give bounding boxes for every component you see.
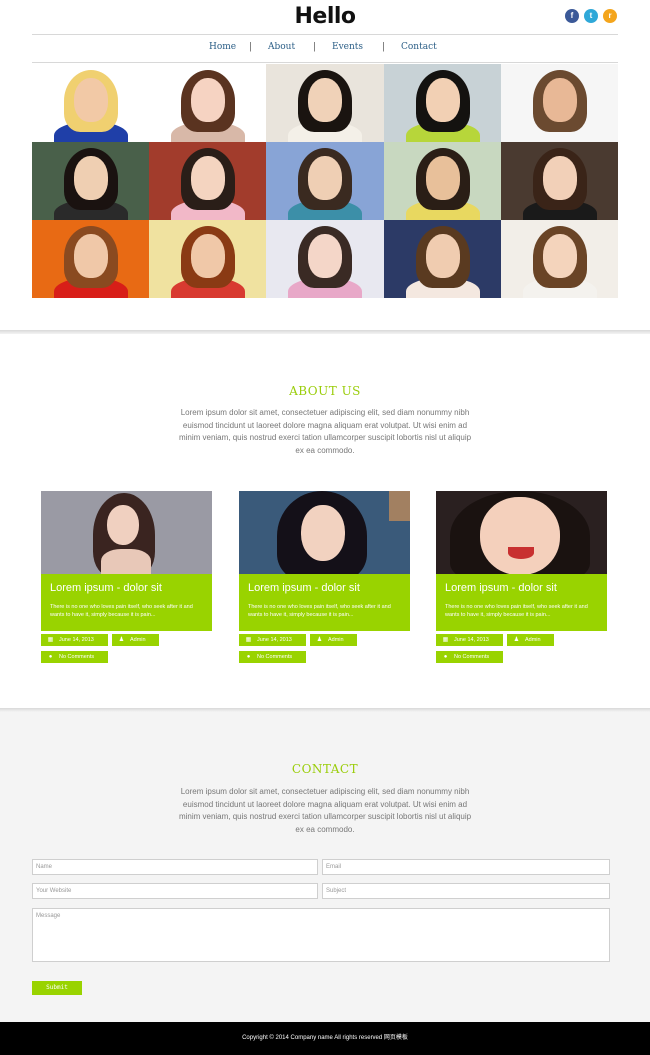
contact-title: CONTACT <box>291 762 359 776</box>
card-title[interactable]: Lorem ipsum - dolor sit <box>248 582 401 594</box>
calendar-icon: ▦ <box>47 637 54 643</box>
card-comments-badge[interactable]: ● No Comments <box>239 651 306 663</box>
gallery-photo[interactable] <box>149 142 267 220</box>
section-divider <box>0 330 650 334</box>
message-field[interactable]: Message <box>32 908 610 962</box>
nav-separator: | <box>249 42 253 52</box>
nav-divider <box>32 62 618 63</box>
nav-item-home[interactable]: Home <box>209 42 236 52</box>
nav-item-about[interactable]: About <box>268 42 295 52</box>
twitter-icon[interactable]: t <box>584 9 598 23</box>
gallery-photo[interactable] <box>266 142 384 220</box>
subject-field[interactable]: Subject <box>322 883 610 899</box>
copyright-text: Copyright © 2014 Company name All rights… <box>242 1035 408 1041</box>
gallery-photo[interactable] <box>149 220 267 298</box>
website-field[interactable]: Your Website <box>32 883 318 899</box>
name-field[interactable]: Name <box>32 859 318 875</box>
user-icon: ♟ <box>118 637 125 643</box>
user-icon: ♟ <box>513 637 520 643</box>
gallery-photo[interactable] <box>32 64 150 142</box>
user-icon: ♟ <box>316 637 323 643</box>
site-logo[interactable]: Hello <box>0 4 650 29</box>
nav-separator: | <box>313 42 317 52</box>
nav-separator: | <box>382 42 386 52</box>
card-body: Lorem ipsum - dolor sit There is no one … <box>239 574 410 631</box>
main-nav: Home | About | Events | Contact <box>0 42 650 56</box>
gallery-photo[interactable] <box>383 142 501 220</box>
nav-item-events[interactable]: Events <box>332 42 363 52</box>
comments-icon: ● <box>246 654 251 660</box>
about-text: Lorem ipsum dolor sit amet, consectetuer… <box>178 408 472 455</box>
gallery-photo[interactable] <box>32 220 150 298</box>
gallery-photo[interactable] <box>383 220 501 298</box>
card-comments-badge[interactable]: ● No Comments <box>436 651 503 663</box>
photo-gallery <box>32 64 618 298</box>
card-image[interactable] <box>41 491 212 574</box>
card-title[interactable]: Lorem ipsum - dolor sit <box>50 582 203 594</box>
card-body: Lorem ipsum - dolor sit There is no one … <box>436 574 607 631</box>
news-card[interactable]: Lorem ipsum - dolor sit There is no one … <box>436 491 607 631</box>
facebook-icon[interactable]: f <box>565 9 579 23</box>
card-comments-badge[interactable]: ● No Comments <box>41 651 108 663</box>
card-image[interactable] <box>239 491 410 574</box>
card-date-badge: ▦ June 14, 2013 <box>41 634 108 646</box>
card-text: There is no one who loves pain itself, w… <box>248 604 391 618</box>
card-image[interactable] <box>436 491 607 574</box>
rss-icon[interactable]: r <box>603 9 617 23</box>
card-title[interactable]: Lorem ipsum - dolor sit <box>445 582 598 594</box>
card-author-badge[interactable]: ♟ Admin <box>310 634 357 646</box>
card-author-badge[interactable]: ♟ Admin <box>112 634 159 646</box>
card-author-badge[interactable]: ♟ Admin <box>507 634 554 646</box>
gallery-photo[interactable] <box>32 142 150 220</box>
calendar-icon: ▦ <box>442 637 449 643</box>
card-date-badge: ▦ June 14, 2013 <box>436 634 503 646</box>
gallery-photo[interactable] <box>500 142 618 220</box>
card-body: Lorem ipsum - dolor sit There is no one … <box>41 574 212 631</box>
gallery-photo[interactable] <box>500 64 618 142</box>
news-card[interactable]: Lorem ipsum - dolor sit There is no one … <box>239 491 410 631</box>
header-divider <box>32 34 618 35</box>
calendar-icon: ▦ <box>245 637 252 643</box>
submit-button[interactable]: Submit <box>32 981 82 995</box>
card-text: There is no one who loves pain itself, w… <box>50 604 193 618</box>
card-text: There is no one who loves pain itself, w… <box>445 604 588 618</box>
gallery-photo[interactable] <box>149 64 267 142</box>
card-date-badge: ▦ June 14, 2013 <box>239 634 306 646</box>
site-footer: Copyright © 2014 Company name All rights… <box>0 1022 650 1055</box>
news-card[interactable]: Lorem ipsum - dolor sit There is no one … <box>41 491 212 631</box>
gallery-photo[interactable] <box>266 64 384 142</box>
email-field[interactable]: Email <box>322 859 610 875</box>
gallery-photo[interactable] <box>383 64 501 142</box>
contact-text: Lorem ipsum dolor sit amet, consectetuer… <box>178 787 472 834</box>
gallery-photo[interactable] <box>500 220 618 298</box>
nav-item-contact[interactable]: Contact <box>401 42 437 52</box>
comments-icon: ● <box>443 654 448 660</box>
section-divider <box>0 708 650 712</box>
site-header: Hello <box>0 0 650 34</box>
gallery-photo[interactable] <box>266 220 384 298</box>
comments-icon: ● <box>48 654 53 660</box>
about-title: ABOUT US <box>289 384 361 398</box>
